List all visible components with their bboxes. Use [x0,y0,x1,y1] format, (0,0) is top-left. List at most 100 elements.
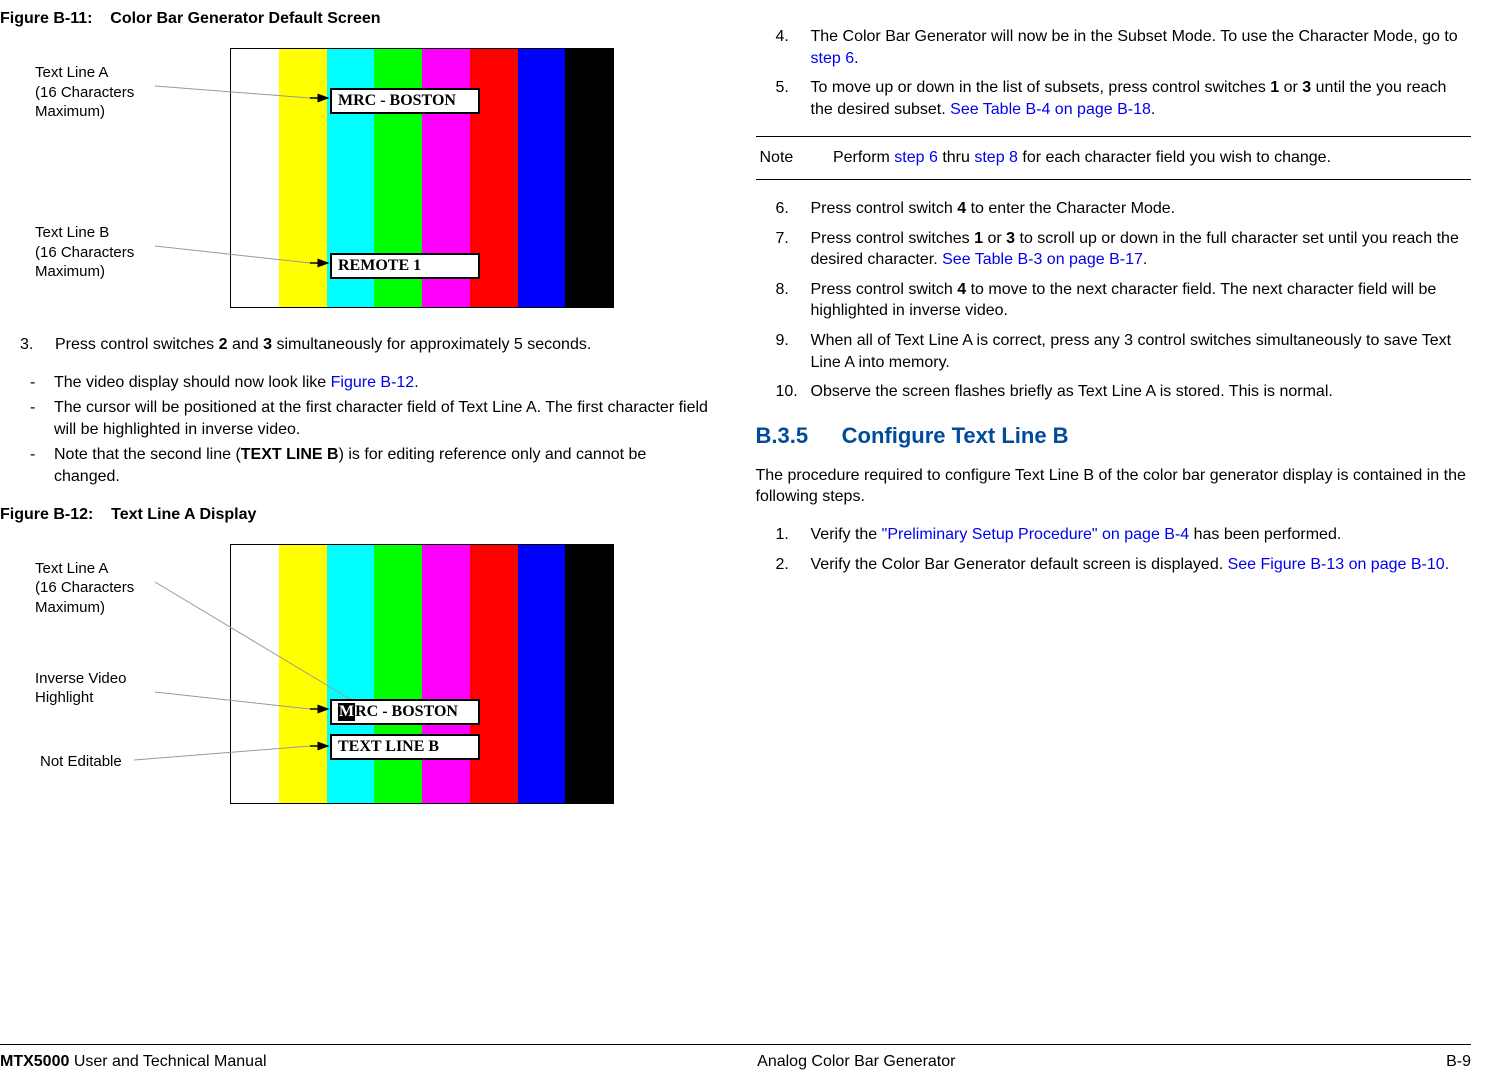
bar-white [231,49,279,307]
section-b35-heading: B.3.5 Configure Text Line B [756,423,1472,449]
bar-green [374,545,422,803]
figure-b11-title: Figure B-11: Color Bar Generator Default… [0,10,716,28]
fig12-inv-l1: Inverse Video [35,670,126,687]
step-6-num: 6. [756,198,811,220]
step-3-num: 3. [0,334,55,356]
step-3-sublist: - The video display should now look like… [0,372,716,488]
step-7: 7. Press control switches 1 or 3 to scro… [756,228,1472,271]
link-figure-b12[interactable]: Figure B-12 [331,374,415,391]
b35-step-2-body: Verify the Color Bar Generator default s… [811,554,1472,576]
bar-cyan [327,545,375,803]
figure-b11-label: Figure B-11: [0,10,92,27]
link-prelim-setup[interactable]: "Preliminary Setup Procedure" on page B-… [882,526,1190,543]
right-step-list-1: 4. The Color Bar Generator will now be i… [756,26,1472,120]
step-9-body: When all of Text Line A is correct, pres… [811,330,1472,373]
step-5-body: To move up or down in the list of subset… [811,77,1472,120]
fig12-callout-line-a: Text Line A (16 Characters Maximum) [35,559,134,618]
step-5: 5. To move up or down in the list of sub… [756,77,1472,120]
step-3-sub3: - Note that the second line (TEXT LINE B… [30,444,716,487]
step-9: 9. When all of Text Line A is correct, p… [756,330,1472,373]
figure-b12-label: Figure B-12: [0,506,93,523]
right-step-list-2: 6. Press control switch 4 to enter the C… [756,198,1472,403]
step-5-num: 5. [756,77,811,120]
step-3-sub1: - The video display should now look like… [30,372,716,394]
step-3-body: Press control switches 2 and 3 simultane… [55,334,716,356]
section-b35-intro: The procedure required to configure Text… [756,465,1472,508]
step-8-num: 8. [756,279,811,322]
step-7-body: Press control switches 1 or 3 to scroll … [811,228,1472,271]
footer-model: MTX5000 [0,1053,69,1070]
step-3-sub2: - The cursor will be positioned at the f… [30,397,716,440]
section-b35-title: Configure Text Line B [842,423,1069,448]
bar-yellow [279,49,327,307]
b35-step-2: 2. Verify the Color Bar Generator defaul… [756,554,1472,576]
fig11-ca-l2: (16 Characters [35,84,134,101]
step-9-num: 9. [756,330,811,373]
fig12-ca-l2: (16 Characters [35,579,134,596]
fig11-text-box-a: MRC - BOSTON [330,88,480,114]
figure-b12-name: Text Line A Display [111,506,256,523]
fig11-cb-l3: Maximum) [35,263,105,280]
b35-step-1-num: 1. [756,524,811,546]
note-box: Note Perform step 6 thru step 8 for each… [756,136,1472,180]
step-10-num: 10. [756,381,811,403]
figure-b11-name: Color Bar Generator Default Screen [110,10,380,27]
figure-b11: Text Line A (16 Characters Maximum) Text… [0,38,716,318]
link-figure-b13[interactable]: See Figure B-13 on page B-10 [1228,556,1445,573]
bar-black [565,545,613,803]
fig12-callout-inverse: Inverse Video Highlight [35,669,126,708]
footer-manual: User and Technical Manual [69,1053,266,1070]
fig12-color-bars [230,544,614,804]
step-10: 10. Observe the screen flashes briefly a… [756,381,1472,403]
fig11-text-box-b: REMOTE 1 [330,253,480,279]
fig12-callout-noteditable: Not Editable [40,752,122,772]
left-step-list: 3. Press control switches 2 and 3 simult… [0,334,716,356]
link-step8[interactable]: step 8 [974,149,1018,166]
link-step6-a[interactable]: step 6 [811,50,855,67]
step-4: 4. The Color Bar Generator will now be i… [756,26,1472,69]
page-footer: MTX5000 User and Technical Manual Analog… [0,1044,1471,1071]
fig11-cb-l1: Text Line B [35,224,109,241]
fig11-callout-line-b: Text Line B (16 Characters Maximum) [35,223,134,282]
bar-blue [518,49,566,307]
right-column: 4. The Color Bar Generator will now be i… [756,10,1472,1000]
step-8: 8. Press control switch 4 to move to the… [756,279,1472,322]
fig11-ca-l1: Text Line A [35,64,108,81]
section-b35-num: B.3.5 [756,423,836,449]
b35-step-2-num: 2. [756,554,811,576]
link-table-b4[interactable]: See Table B-4 on page B-18 [950,101,1151,118]
b35-step-list: 1. Verify the "Preliminary Setup Procedu… [756,524,1472,575]
fig11-cb-l2: (16 Characters [35,244,134,261]
fig12-ca-l1: Text Line A [35,560,108,577]
fig11-ca-l3: Maximum) [35,103,105,120]
step-6: 6. Press control switch 4 to enter the C… [756,198,1472,220]
b35-step-1: 1. Verify the "Preliminary Setup Procedu… [756,524,1472,546]
fig12-inverse-first-char: M [338,703,355,721]
footer-page-number: B-9 [1446,1053,1471,1071]
step-7-num: 7. [756,228,811,271]
step-3: 3. Press control switches 2 and 3 simult… [0,334,716,356]
link-step6-b[interactable]: step 6 [894,149,938,166]
note-text: Perform step 6 thru step 8 for each char… [829,147,1457,169]
bar-white [231,545,279,803]
fig11-callout-line-a: Text Line A (16 Characters Maximum) [35,63,134,122]
fig12-text-box-b: TEXT LINE B [330,734,480,760]
step-8-body: Press control switch 4 to move to the ne… [811,279,1472,322]
note-label: Note [760,147,825,169]
page: Figure B-11: Color Bar Generator Default… [0,0,1501,1091]
b35-step-1-body: Verify the "Preliminary Setup Procedure"… [811,524,1472,546]
bar-black [565,49,613,307]
link-table-b3[interactable]: See Table B-3 on page B-17 [942,251,1143,268]
fig12-text-box-a: MRC - BOSTON [330,699,480,725]
fig12-inv-l2: Highlight [35,689,93,706]
footer-center: Analog Color Bar Generator [757,1053,955,1071]
figure-b12-title: Figure B-12: Text Line A Display [0,506,716,524]
footer-left: MTX5000 User and Technical Manual [0,1053,267,1071]
two-column-layout: Figure B-11: Color Bar Generator Default… [0,10,1471,1000]
bar-blue [518,545,566,803]
left-column: Figure B-11: Color Bar Generator Default… [0,10,716,1000]
fig12-ca-l3: Maximum) [35,599,105,616]
step-4-body: The Color Bar Generator will now be in t… [811,26,1472,69]
step-10-body: Observe the screen flashes briefly as Te… [811,381,1472,403]
bar-yellow [279,545,327,803]
